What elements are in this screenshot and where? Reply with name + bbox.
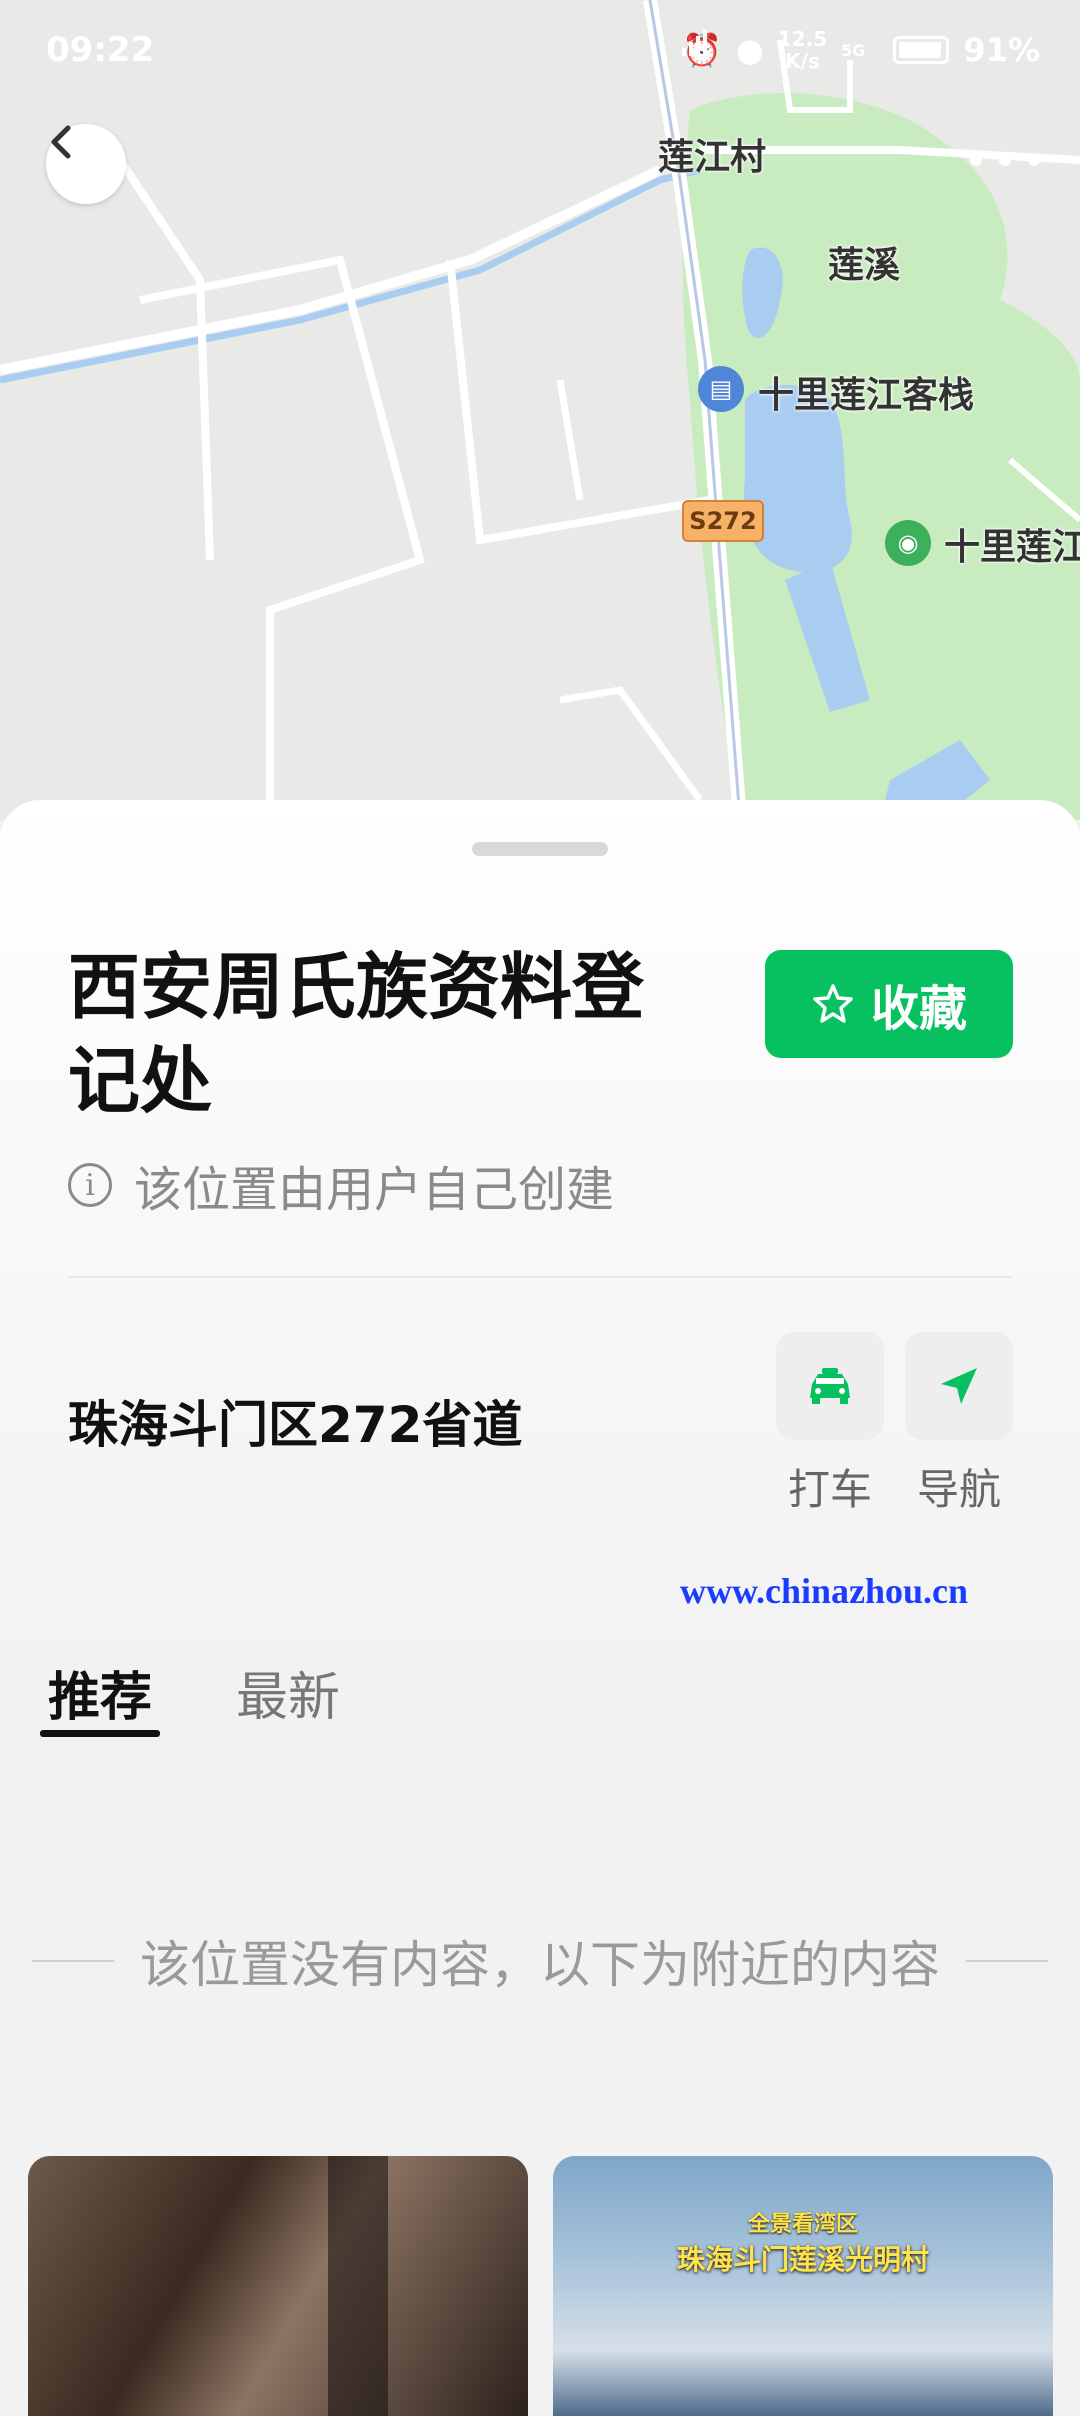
watermark: www.chinazhou.cn <box>680 1571 969 1611</box>
status-icons: ⏰ ● 12.5 K/s 5G 91% <box>682 28 1040 72</box>
more-dot-icon <box>999 154 1011 166</box>
location-icon: ● <box>735 31 764 69</box>
sheet-drag-handle[interactable] <box>472 842 608 856</box>
taxi-icon <box>810 1368 850 1404</box>
nearby-content-card[interactable] <box>28 2156 528 2416</box>
nearby-content-card[interactable]: 全景看湾区 珠海斗门莲溪光明村 <box>553 2156 1053 2416</box>
status-time: 09:22 <box>46 30 155 70</box>
taxi-button[interactable]: 打车 <box>776 1332 884 1517</box>
more-options-button[interactable] <box>970 140 1040 180</box>
place-title: 西安周氏族资料登记处 <box>68 945 645 1123</box>
star-icon <box>813 984 853 1023</box>
battery-icon <box>893 36 950 64</box>
camera-icon[interactable]: ◉ <box>885 520 931 566</box>
map-label-area[interactable]: 莲溪 <box>828 236 900 288</box>
road-shield-s272: S272 <box>682 500 764 542</box>
favorite-label: 收藏 <box>870 981 967 1037</box>
battery-level: 91% <box>963 31 1040 69</box>
card-title: 珠海斗门莲溪光明村 <box>676 2243 929 2276</box>
map-label-village[interactable]: 莲江村 <box>658 128 766 180</box>
empty-content-message: 该位置没有内容，以下为附近的内容 <box>0 1925 1080 1997</box>
signal-type: 5G <box>841 40 866 60</box>
user-created-note: i 该位置由用户自己创建 <box>68 1150 614 1220</box>
favorite-button[interactable]: 收藏 <box>765 950 1013 1058</box>
card-subtitle: 全景看湾区 <box>747 2212 858 2237</box>
more-dot-icon <box>1028 154 1040 166</box>
navigation-arrow-icon <box>941 1368 977 1404</box>
tab-latest[interactable]: 最新 <box>236 1655 340 1730</box>
tab-underline <box>40 1730 160 1737</box>
tab-recommend[interactable]: 推荐 <box>48 1655 152 1730</box>
address-text: 珠海斗门区272省道 <box>68 1396 523 1454</box>
user-created-text: 该位置由用户自己创建 <box>134 1162 615 1218</box>
divider <box>68 1276 1012 1278</box>
map-label-scenic[interactable]: 十里莲江 <box>944 518 1080 570</box>
status-bar: 09:22 ⏰ ● 12.5 K/s 5G 91% <box>0 0 1080 100</box>
back-button[interactable] <box>46 124 126 204</box>
hotel-icon[interactable]: ▤ <box>698 366 744 412</box>
map-view[interactable]: 莲江村 莲溪 ▤ 十里莲江客栈 ◉ 十里莲江 S272 09:22 ⏰ ● 12… <box>0 0 1080 820</box>
divider-line <box>32 1960 114 1962</box>
info-icon: i <box>68 1163 112 1207</box>
more-dot-icon <box>970 154 982 166</box>
navigate-button[interactable]: 导航 <box>905 1332 1013 1517</box>
chevron-left-icon <box>51 125 71 159</box>
navigate-label: 导航 <box>916 1465 1001 1514</box>
divider-line <box>966 1960 1048 1962</box>
network-speed: 12.5 K/s <box>777 27 828 73</box>
taxi-label: 打车 <box>787 1465 872 1514</box>
empty-message-text: 该位置没有内容，以下为附近的内容 <box>140 1936 940 1994</box>
card-thumbnail <box>328 2156 388 2416</box>
map-label-hotel[interactable]: 十里莲江客栈 <box>758 366 974 418</box>
